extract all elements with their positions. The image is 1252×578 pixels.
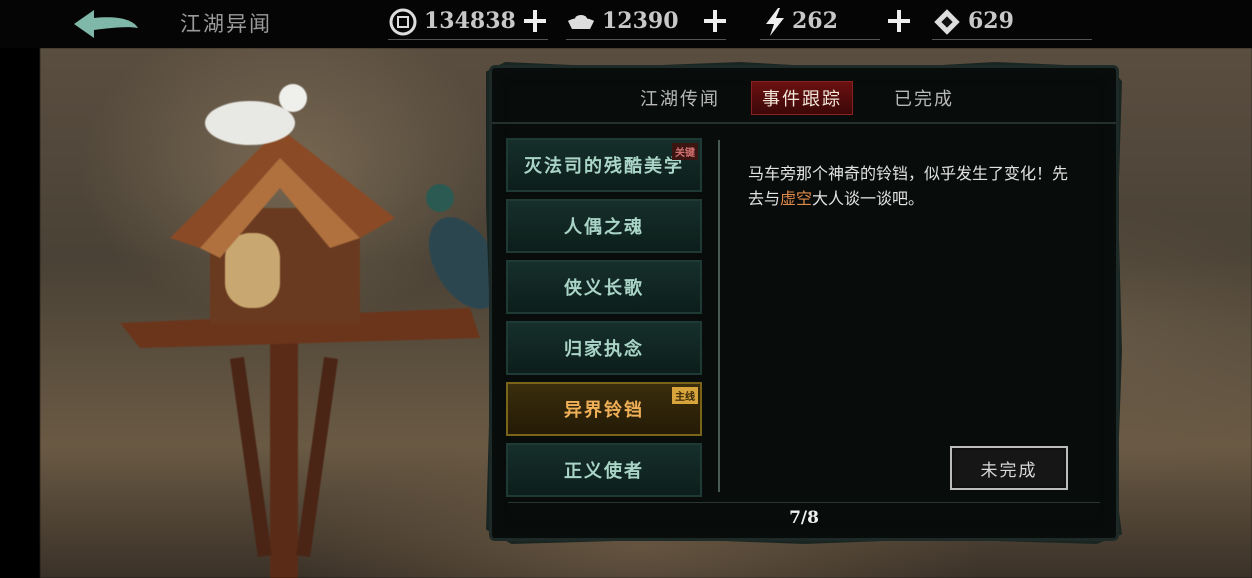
quest-description: 马车旁那个神奇的铃铛，似乎发生了变化！先去与虚空大人谈一谈吧。 [748, 161, 1078, 211]
quest-item[interactable]: 侠义长歌 [506, 260, 702, 314]
quest-item[interactable]: 归家执念 [506, 321, 702, 375]
add-silver-button[interactable] [702, 8, 728, 34]
quest-list: 灭法司的残酷美学 关键 人偶之魂 侠义长歌 归家执念 异界铃铛 主线 正义使者 [506, 138, 702, 504]
quest-item[interactable]: 正义使者 [506, 443, 702, 497]
key-tag-badge: 关键 [672, 143, 698, 160]
ticket-icon [934, 9, 960, 35]
quest-item[interactable]: 人偶之魂 [506, 199, 702, 253]
quest-label: 正义使者 [564, 461, 644, 482]
status-button[interactable]: 未完成 [950, 446, 1068, 490]
add-copper-button[interactable] [522, 8, 548, 34]
silver-value: 12390 [602, 8, 679, 34]
quest-label: 人偶之魂 [564, 217, 644, 238]
quest-panel: 江湖传闻 事件跟踪 已完成 灭法司的残酷美学 关键 人偶之魂 侠义长歌 归家执念… [492, 68, 1116, 538]
quest-item[interactable]: 灭法司的残酷美学 关键 [506, 138, 702, 192]
npc-name-highlight: 虚空 [780, 189, 813, 208]
main-tag-badge: 主线 [672, 387, 698, 404]
stamina-value: 262 [792, 8, 838, 34]
quest-label: 归家执念 [564, 339, 644, 360]
page-title: 江湖异闻 [180, 12, 272, 36]
ticket-resource: 629 [932, 5, 1092, 40]
top-bar: 江湖异闻 134838 12390 262 629 [0, 0, 1252, 48]
ticket-value: 629 [968, 8, 1014, 34]
description-text-end: 大人谈一谈吧。 [812, 189, 925, 208]
stamina-resource: 262 [760, 5, 880, 40]
copper-coin-icon [389, 8, 417, 36]
silver-ingot-icon [568, 15, 594, 29]
quest-label: 灭法司的残酷美学 [524, 156, 684, 177]
copper-coin-value: 134838 [424, 8, 516, 34]
tab-completed[interactable]: 已完成 [884, 82, 964, 114]
quest-label: 异界铃铛 [564, 400, 644, 421]
add-stamina-button[interactable] [886, 8, 912, 34]
tab-rumors[interactable]: 江湖传闻 [630, 82, 730, 114]
lightning-icon [766, 8, 784, 36]
quest-label: 侠义长歌 [564, 278, 644, 299]
back-arrow-icon[interactable] [70, 6, 142, 44]
tab-bar: 江湖传闻 事件跟踪 已完成 [492, 68, 1116, 124]
tab-event-tracking[interactable]: 事件跟踪 [752, 82, 852, 114]
bottom-divider [508, 502, 1100, 503]
quest-item-selected[interactable]: 异界铃铛 主线 [506, 382, 702, 436]
page-indicator: 7/8 [789, 508, 819, 528]
vertical-divider [718, 140, 720, 492]
